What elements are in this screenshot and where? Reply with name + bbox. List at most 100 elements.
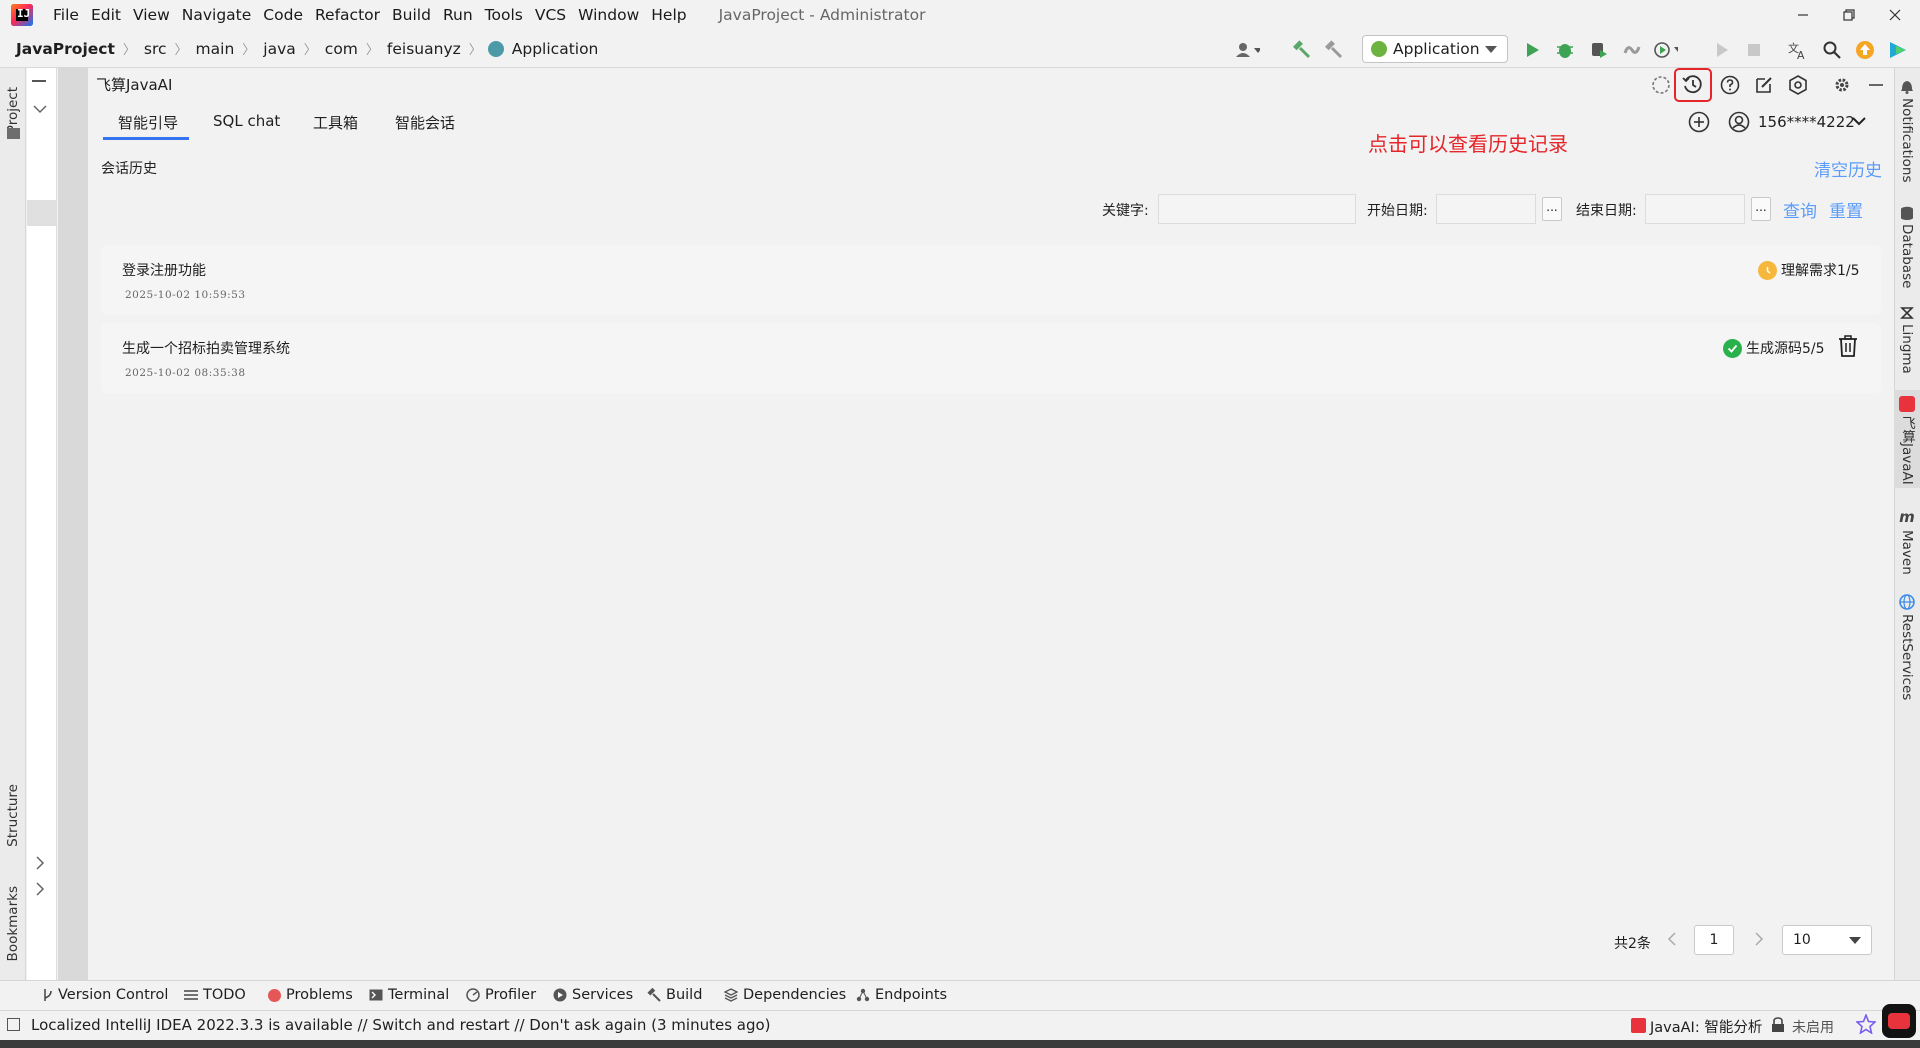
start-date-picker-button[interactable]: ... (1542, 197, 1562, 221)
profiler-icon[interactable] (1620, 38, 1644, 62)
attach-debugger-icon[interactable] (1710, 38, 1734, 62)
tool-tab-restservices[interactable]: RestServices (1894, 594, 1920, 700)
coverage-icon[interactable] (1587, 38, 1611, 62)
tool-window-settings-button[interactable] (1829, 72, 1855, 98)
menu-vcs[interactable]: VCS (529, 0, 572, 30)
history-record[interactable]: 生成一个招标拍卖管理系统 2025-10-02 08:35:38 生成源码5/5 (101, 323, 1881, 393)
menu-tools[interactable]: Tools (479, 0, 529, 30)
search-link[interactable]: 查询 (1783, 197, 1817, 222)
more-run-actions-icon[interactable] (1654, 38, 1678, 62)
end-date-input[interactable] (1645, 194, 1745, 224)
menu-window[interactable]: Window (572, 0, 645, 30)
menu-navigate[interactable]: Navigate (176, 0, 258, 30)
menu-run[interactable]: Run (437, 0, 479, 30)
help-button[interactable] (1717, 72, 1743, 98)
page-number-input[interactable]: 1 (1694, 925, 1734, 955)
build-hammer-icon[interactable] (1290, 38, 1314, 62)
breadcrumb-feisuanyz[interactable]: feisuanyz (383, 40, 465, 58)
tool-tab-maven[interactable]: m Maven (1894, 508, 1920, 575)
chevron-right-icon[interactable] (35, 882, 45, 896)
breadcrumb-main[interactable]: main (192, 40, 239, 58)
stop-icon[interactable] (1742, 38, 1766, 62)
end-date-picker-button[interactable]: ... (1751, 197, 1771, 221)
minimize-window-button[interactable] (1780, 0, 1826, 30)
record-status: 理解需求1/5 (1758, 260, 1860, 280)
close-window-button[interactable] (1872, 0, 1918, 30)
next-page-button[interactable] (1754, 932, 1764, 946)
vcs-user-icon[interactable] (1236, 38, 1260, 62)
hide-tool-window-button[interactable] (1863, 72, 1889, 98)
clear-history-link[interactable]: 清空历史 (1814, 156, 1882, 181)
chevron-down-icon[interactable] (33, 104, 47, 114)
update-icon[interactable] (1853, 38, 1877, 62)
restore-window-button[interactable] (1826, 0, 1872, 30)
status-message[interactable]: Localized IntelliJ IDEA 2022.3.3 is avai… (31, 1016, 771, 1034)
tool-services[interactable]: Services (553, 987, 633, 1003)
chevron-down-icon[interactable] (1852, 116, 1866, 126)
hammer-icon (647, 988, 661, 1002)
javaai-status-label[interactable]: JavaAI: 智能分析 (1650, 1016, 1762, 1037)
tool-terminal[interactable]: Terminal (369, 987, 449, 1003)
menu-build[interactable]: Build (386, 0, 437, 30)
menu-refactor[interactable]: Refactor (309, 0, 386, 30)
menu-help[interactable]: Help (645, 0, 692, 30)
reset-link[interactable]: 重置 (1829, 197, 1863, 222)
plugin-settings-button[interactable] (1785, 72, 1811, 98)
page-size-select[interactable]: 10 (1782, 925, 1872, 955)
tab-smart-chat[interactable]: 智能会话 (395, 112, 455, 133)
tool-tab-bookmarks[interactable]: Bookmarks (0, 874, 26, 974)
tool-tab-notifications[interactable]: Notifications (1894, 80, 1920, 183)
chevron-right-icon[interactable] (35, 856, 45, 870)
tool-problems[interactable]: Problems (268, 987, 353, 1003)
search-icon[interactable] (1820, 38, 1844, 62)
terminal-icon (369, 989, 383, 1001)
loading-spinner-icon[interactable] (1648, 72, 1674, 98)
run-icon[interactable] (1520, 38, 1544, 62)
tab-toolbox[interactable]: 工具箱 (313, 112, 358, 133)
user-account-label[interactable]: 156****4222 (1758, 113, 1855, 131)
tool-version-control[interactable]: Version Control (41, 987, 168, 1003)
menu-edit[interactable]: Edit (85, 0, 127, 30)
toggle-tool-windows-icon[interactable] (7, 1018, 20, 1031)
tool-tab-database[interactable]: Database (1894, 206, 1920, 288)
delete-record-button[interactable] (1838, 335, 1858, 357)
tool-tab-lingma[interactable]: Lingma (1894, 306, 1920, 374)
history-record[interactable]: 登录注册功能 2025-10-02 10:59:53 理解需求1/5 (101, 245, 1881, 315)
floating-assistant-icon[interactable] (1882, 1004, 1916, 1038)
tool-profiler[interactable]: Profiler (466, 987, 536, 1003)
new-session-button[interactable] (1688, 111, 1710, 133)
tool-dependencies[interactable]: Dependencies (724, 987, 846, 1003)
breadcrumb-project[interactable]: JavaProject (12, 40, 119, 58)
edit-button[interactable] (1751, 72, 1777, 98)
breadcrumb-src[interactable]: src (140, 40, 171, 58)
rebuild-hammer-icon[interactable] (1322, 38, 1346, 62)
tab-smart-guide[interactable]: 智能引导 (118, 112, 178, 133)
code-with-me-icon[interactable] (1886, 38, 1910, 62)
run-configuration-select[interactable]: Application (1362, 35, 1508, 63)
tool-tab-notifications-label: Notifications (1899, 98, 1915, 183)
panel-divider[interactable] (58, 68, 88, 980)
breadcrumb-com[interactable]: com (321, 40, 362, 58)
breadcrumb-application[interactable]: Application (508, 40, 603, 58)
debug-bug-icon[interactable] (1553, 38, 1577, 62)
keyword-input[interactable] (1158, 194, 1356, 224)
tab-sql-chat[interactable]: SQL chat (213, 112, 280, 130)
tool-endpoints[interactable]: Endpoints (856, 987, 947, 1003)
assistant-star-icon[interactable] (1856, 1014, 1876, 1034)
start-date-input[interactable] (1436, 194, 1536, 224)
menu-view[interactable]: View (127, 0, 176, 30)
menu-file[interactable]: File (47, 0, 85, 30)
user-avatar-icon[interactable] (1728, 111, 1750, 133)
disabled-status-label[interactable]: 未启用 (1792, 1017, 1834, 1037)
record-time: 2025-10-02 08:35:38 (125, 367, 246, 379)
tool-build[interactable]: Build (647, 987, 702, 1003)
prev-page-button[interactable] (1667, 932, 1677, 946)
menu-code[interactable]: Code (257, 0, 309, 30)
breadcrumb-java[interactable]: java (259, 40, 299, 58)
tool-tab-feisuan-javaai[interactable]: 飞算JavaAI (1894, 396, 1920, 485)
history-button[interactable] (1680, 72, 1706, 98)
tool-tab-structure[interactable]: Structure (0, 770, 26, 860)
hide-panel-icon[interactable] (32, 80, 46, 82)
tool-todo[interactable]: TODO (184, 987, 246, 1003)
translate-icon[interactable]: 文A (1786, 38, 1810, 62)
